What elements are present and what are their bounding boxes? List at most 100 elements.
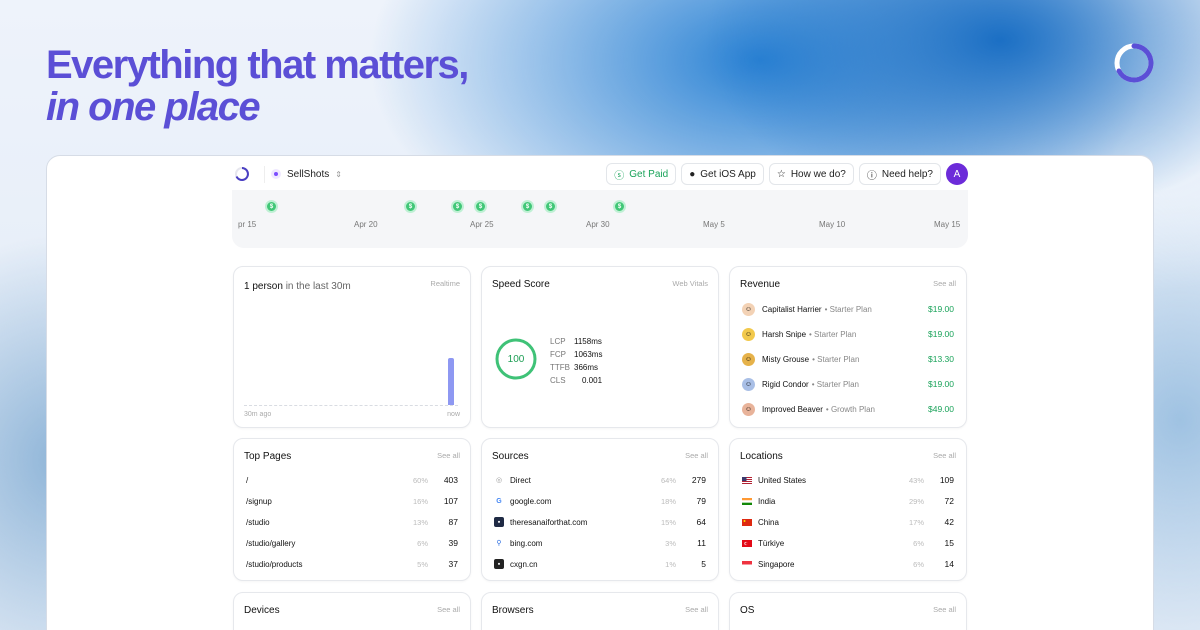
- realtime-card: 1 person in the last 30m Realtime 30m ag…: [233, 266, 471, 428]
- get-ios-app-button[interactable]: ● Get iOS App: [681, 163, 764, 185]
- site-name: SellShots: [287, 168, 330, 180]
- customer-avatar-icon: ☺: [742, 377, 755, 391]
- realtime-count: 1 person: [244, 281, 283, 292]
- list-item[interactable]: /60% 403: [246, 473, 458, 487]
- timeline-label: May 5: [703, 220, 725, 229]
- need-help-button[interactable]: ⓘ Need help?: [858, 163, 941, 185]
- realtime-suffix: in the last 30m: [282, 281, 351, 292]
- globe-icon: ◎: [495, 477, 503, 484]
- flag-sg-icon: [742, 559, 752, 569]
- payment-marker-icon[interactable]: [265, 200, 278, 213]
- payment-marker-icon[interactable]: [613, 200, 626, 213]
- revenue-row[interactable]: ☺ Improved Beaver • Growth Plan $49.00: [742, 401, 954, 417]
- speed-title: Speed Score: [492, 279, 550, 290]
- devices-see-all-link[interactable]: See all: [437, 605, 460, 614]
- vital-row: LCP 1158ms: [550, 337, 602, 346]
- timeline-label: May 15: [934, 220, 961, 229]
- revenue-row[interactable]: ☺ Harsh Snipe • Starter Plan $19.00: [742, 326, 954, 342]
- realtime-link[interactable]: Realtime: [430, 279, 460, 288]
- revenue-timeline: pr 15 Apr 20 Apr 25 Apr 30 May 5 May 10 …: [232, 190, 968, 248]
- hero-headline: Everything that matters, in one place: [46, 43, 469, 129]
- list-item[interactable]: India 29% 72: [742, 494, 954, 508]
- site-icon: ▪: [494, 559, 504, 569]
- locations-title: Locations: [740, 451, 783, 462]
- web-vitals-link[interactable]: Web Vitals: [672, 279, 708, 288]
- list-item[interactable]: China 17% 42: [742, 515, 954, 529]
- list-item[interactable]: ▪ cxgn.cn 1% 5: [494, 557, 706, 571]
- payment-marker-icon[interactable]: [521, 200, 534, 213]
- payment-marker-icon[interactable]: [451, 200, 464, 213]
- os-title: OS: [740, 605, 755, 616]
- list-item[interactable]: /studio/gallery 6% 39: [246, 536, 458, 550]
- realtime-start-label: 30m ago: [244, 411, 272, 418]
- payment-marker-icon[interactable]: [474, 200, 487, 213]
- realtime-end-label: now: [447, 411, 460, 418]
- vital-row: FCP 1063ms: [550, 350, 603, 359]
- sources-see-all-link[interactable]: See all: [685, 451, 708, 460]
- os-card: OS See all: [729, 592, 967, 630]
- sources-title: Sources: [492, 451, 529, 462]
- list-item[interactable]: /studio/products 5% 37: [246, 557, 458, 571]
- browsers-see-all-link[interactable]: See all: [685, 605, 708, 614]
- list-item[interactable]: Türkiye 6% 15: [742, 536, 954, 550]
- realtime-baseline: [244, 405, 458, 406]
- customer-avatar-icon: ☺: [742, 302, 755, 316]
- site-selector[interactable]: SellShots ⇕: [264, 165, 348, 183]
- flag-us-icon: [742, 475, 752, 485]
- google-icon: G: [496, 497, 502, 505]
- timeline-label: May 10: [819, 220, 846, 229]
- timeline-label: pr 15: [238, 220, 257, 229]
- brand-logo-icon: [1114, 43, 1154, 83]
- timeline-label: Apr 30: [586, 220, 610, 229]
- timeline-label: Apr 20: [354, 220, 378, 229]
- star-icon: ☆: [776, 168, 786, 180]
- revenue-see-all-link[interactable]: See all: [933, 279, 956, 288]
- payment-marker-icon[interactable]: [404, 200, 417, 213]
- browsers-title: Browsers: [492, 605, 534, 616]
- revenue-row[interactable]: ☺ Misty Grouse • Starter Plan $13.30: [742, 351, 954, 367]
- dollar-circle-icon: ⓢ: [614, 170, 625, 182]
- web-vitals-list: LCP 1158ms FCP 1063ms TTFB 366ms CLS 0.001: [550, 335, 602, 387]
- devices-title: Devices: [244, 605, 280, 616]
- revenue-title: Revenue: [740, 279, 781, 290]
- locations-see-all-link[interactable]: See all: [933, 451, 956, 460]
- vital-row: TTFB 366ms: [550, 363, 599, 372]
- customer-avatar-icon: ☺: [742, 327, 755, 341]
- timeline-label: Apr 25: [470, 220, 494, 229]
- apple-icon: ●: [689, 168, 696, 180]
- list-item[interactable]: Singapore 6% 14: [742, 557, 954, 571]
- list-item[interactable]: Ggoogle.com 18% 79: [494, 494, 706, 508]
- locations-card: Locations See all United States 43% 109 In…: [729, 438, 967, 581]
- speed-score-card: Speed Score Web Vitals 100 LCP 1158ms FCP…: [481, 266, 719, 428]
- speed-score-value: 100: [507, 353, 525, 365]
- app-logo-icon[interactable]: [234, 166, 250, 182]
- bing-icon: ⚲: [496, 540, 502, 547]
- revenue-row[interactable]: ☺ Capitalist Harrier • Starter Plan $19.0…: [742, 301, 954, 317]
- vital-row: CLS 0.001: [550, 376, 603, 385]
- top-pages-see-all-link[interactable]: See all: [437, 451, 460, 460]
- how-we-do-button[interactable]: ☆ How we do?: [768, 163, 854, 185]
- list-item[interactable]: ⚲ bing.com 3% 11: [494, 536, 706, 550]
- help-circle-icon: ⓘ: [866, 170, 877, 182]
- browsers-card: Browsers See all: [481, 592, 719, 630]
- headline-line-2: in one place: [46, 85, 261, 129]
- list-item[interactable]: ◎ Direct 64% 279: [494, 473, 706, 487]
- payment-marker-icon[interactable]: [544, 200, 557, 213]
- site-icon: ▪: [494, 517, 504, 527]
- get-paid-button[interactable]: ⓢ Get Paid: [606, 163, 677, 185]
- flag-tr-icon: [742, 538, 752, 548]
- top-pages-card: Top Pages See all /60% 403 /signup 16% 107 …: [233, 438, 471, 581]
- user-avatar[interactable]: A: [946, 163, 968, 185]
- chevron-updown-icon: ⇕: [335, 169, 342, 179]
- customer-avatar-icon: ☺: [742, 352, 755, 366]
- list-item[interactable]: /studio 13% 87: [246, 515, 458, 529]
- os-see-all-link[interactable]: See all: [933, 605, 956, 614]
- revenue-card: Revenue See all ☺ Capitalist Harrier • St…: [729, 266, 967, 428]
- list-item[interactable]: ▪ theresanaiforthat.com 15% 64: [494, 515, 706, 529]
- revenue-row[interactable]: ☺ Rigid Condor • Starter Plan $19.00: [742, 376, 954, 392]
- list-item[interactable]: /signup 16% 107: [246, 494, 458, 508]
- flag-cn-icon: [742, 517, 752, 527]
- headline-line-1: Everything that matters,: [46, 43, 469, 87]
- list-item[interactable]: United States 43% 109: [742, 473, 954, 487]
- sources-card: Sources See all ◎ Direct 64% 279 Ggoogle.co…: [481, 438, 719, 581]
